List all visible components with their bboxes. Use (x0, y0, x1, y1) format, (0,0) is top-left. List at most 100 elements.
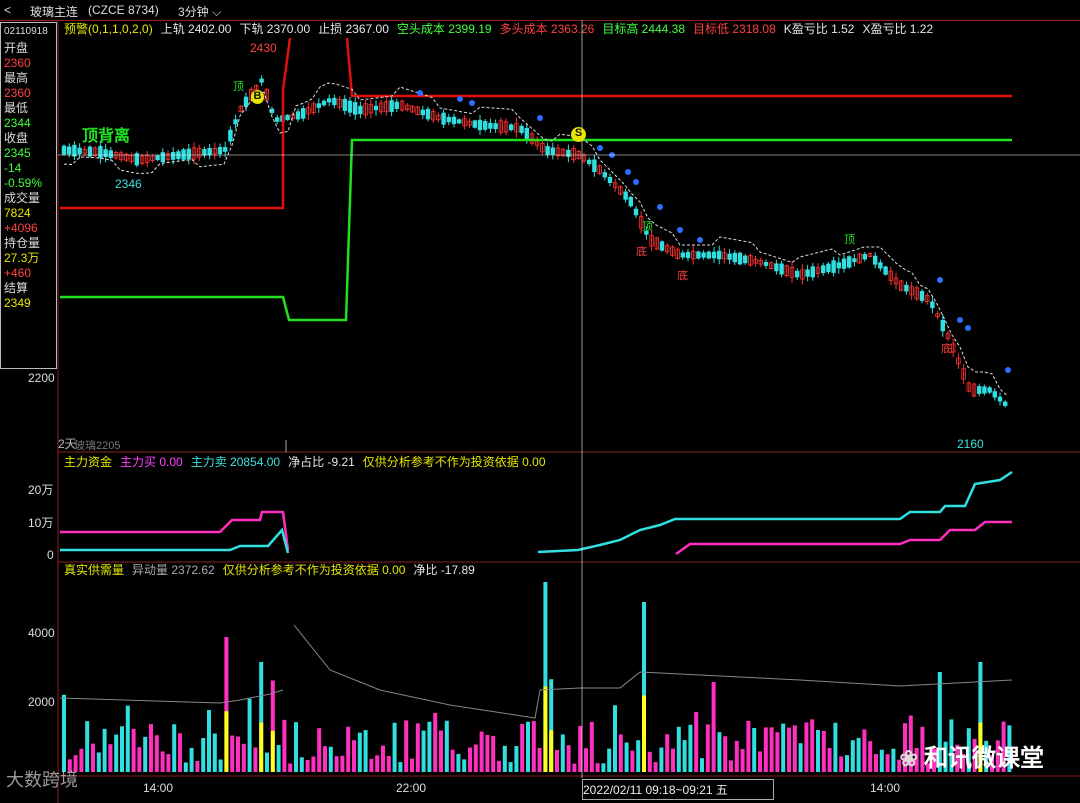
volume-bar (827, 748, 832, 772)
candle-body (243, 96, 249, 107)
watermark-text: ❀ 和讯微课堂 (899, 738, 1044, 773)
volume-bar (230, 735, 235, 772)
volume-bar (833, 722, 838, 772)
candle-body (295, 111, 301, 120)
signal-dot (417, 90, 423, 96)
fund-axis-0: 0 (47, 548, 54, 562)
candle-body (456, 119, 462, 124)
volume-bar (694, 712, 699, 772)
candle-body (181, 149, 186, 160)
volume-bar (497, 760, 501, 772)
volume-bar (891, 748, 896, 772)
main-buy-line (60, 510, 290, 551)
candle-body (566, 149, 571, 157)
volume-bar (810, 719, 815, 772)
volume-bar (671, 748, 675, 772)
volume-bar (798, 743, 803, 772)
volume-bar (746, 720, 751, 772)
volume-bar (346, 726, 351, 772)
candle-body (727, 253, 732, 260)
volume-bar (630, 750, 635, 772)
candle-body (326, 98, 332, 103)
candle-body (72, 144, 77, 157)
candle-body (805, 269, 810, 277)
buy-signal-marker[interactable]: B (251, 90, 264, 104)
volume-bar (323, 746, 327, 772)
candle-body (77, 147, 82, 155)
time-label-1: 14:00 (143, 781, 174, 795)
volume-bar (334, 756, 339, 772)
candle-body (441, 112, 446, 125)
candle-body (633, 208, 639, 216)
volume-bar (688, 724, 693, 772)
volume-axis-4000: 4000 (28, 626, 55, 640)
main-sell-line (60, 527, 290, 554)
candle-body (352, 102, 358, 115)
chart-canvas[interactable] (0, 0, 1080, 803)
fund-axis-10w: 10万 (28, 516, 54, 530)
candle-body (795, 270, 800, 278)
volume-bar (636, 740, 641, 772)
candle-body (477, 119, 483, 131)
candle-body (389, 100, 394, 112)
candle-body (300, 108, 306, 119)
candle-body (155, 155, 160, 161)
volume-bar (607, 748, 612, 772)
candle-body (274, 117, 280, 122)
volume-bar (120, 726, 124, 772)
candle-body (743, 255, 748, 264)
candle-body (732, 252, 737, 263)
candle-body (61, 145, 67, 155)
volume-bar (340, 755, 345, 772)
volume-bar (288, 763, 293, 772)
volume-bar (740, 748, 745, 772)
volume-bar (102, 728, 107, 772)
volume-bar (862, 729, 867, 772)
volume-bar (485, 734, 490, 772)
high-price-label: 2430 (250, 41, 277, 55)
candle-body (87, 146, 93, 157)
volume-bar (700, 758, 704, 772)
candle-body (821, 265, 826, 274)
volume-bar (201, 737, 206, 772)
volume-bar (479, 731, 484, 772)
candle-body (519, 125, 524, 133)
candle-body (992, 391, 997, 398)
volume-bar-highlight (224, 711, 229, 772)
candle-body (482, 121, 488, 130)
volume-bar (450, 749, 455, 772)
candle-body (997, 396, 1003, 402)
volume-bar (421, 730, 426, 772)
volume-bar (154, 735, 159, 772)
candle-body (763, 262, 769, 266)
volume-bar (758, 751, 762, 772)
volume-bar (763, 727, 768, 772)
candle-body (108, 150, 113, 158)
candle-body (207, 148, 212, 156)
volume-bar (398, 762, 403, 772)
candle-body (186, 148, 191, 160)
candle-body (285, 114, 290, 121)
signal-dot (625, 169, 631, 175)
volume-bar (845, 755, 849, 772)
sell-signal-marker[interactable]: S (571, 127, 586, 142)
volume-bar (473, 744, 478, 772)
bottom-mark-3: 底 (941, 343, 952, 355)
volume-bar (276, 745, 281, 772)
candle-body (930, 301, 935, 309)
candle-body (826, 263, 831, 273)
candle-body (488, 122, 493, 129)
volume-bar (787, 727, 791, 772)
candle-body (321, 100, 327, 106)
candle-body (233, 119, 238, 125)
candle-body (222, 147, 228, 152)
volume-bar (491, 735, 496, 772)
candle-body (332, 97, 337, 106)
volume-bar (792, 725, 797, 772)
signal-dot (965, 325, 971, 331)
candle-body (987, 387, 992, 393)
top-mark-3: 顶 (844, 234, 855, 246)
candle-body (847, 256, 852, 268)
volume-bar (659, 747, 664, 772)
volume-bar (514, 746, 519, 772)
